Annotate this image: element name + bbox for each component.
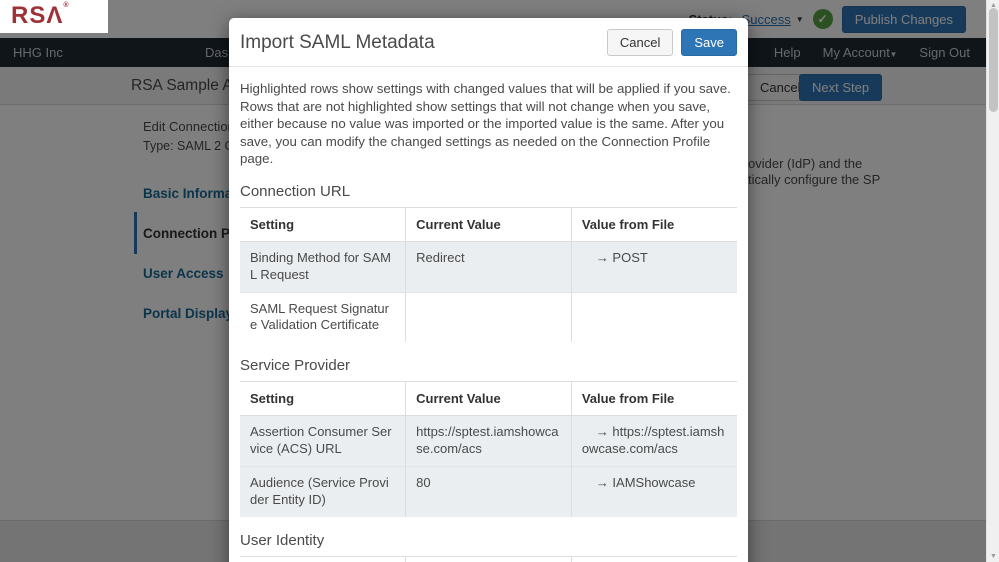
column-header: Value from File: [570, 207, 737, 242]
column-header: Setting: [240, 556, 406, 562]
setting-cell: Assertion Consumer Service (ACS) URL: [250, 424, 392, 457]
column-header: Current Value: [405, 556, 572, 562]
table-row: Binding Method for SAML Request Redirect →…: [240, 241, 737, 293]
column-header: Current Value: [405, 382, 572, 417]
scrollbar-thumb[interactable]: [989, 8, 998, 112]
modal-cancel-button[interactable]: Cancel: [606, 29, 674, 56]
column-header: Value from File: [570, 382, 737, 417]
column-header: Current Value: [405, 207, 572, 242]
browser-scrollbar[interactable]: ▲ ▼: [986, 0, 999, 562]
scroll-down-icon[interactable]: ▼: [987, 553, 999, 560]
comparison-table: SettingCurrent ValueValue from FileName …: [240, 556, 737, 562]
value-from-file-cell: → IAMShowcase: [570, 466, 737, 517]
setting-cell: Binding Method for SAML Request: [250, 249, 391, 282]
import-saml-metadata-modal: Import SAML Metadata Cancel Save Highlig…: [229, 18, 748, 562]
modal-description: Highlighted rows show settings with chan…: [240, 81, 731, 167]
value-from-file-cell: [570, 291, 737, 343]
table-row: Assertion Consumer Service (ACS) URL http…: [240, 415, 737, 467]
setting-cell: Audience (Service Provider Entity ID): [240, 466, 406, 517]
section-title: User Identity: [240, 532, 737, 557]
table-row: SAML Request Signature Validation Certif…: [240, 291, 737, 343]
modal-sections: Connection URL Setting Current Value Value …: [240, 183, 737, 562]
current-value-cell: Redirect: [405, 241, 572, 293]
value-from-file-cell: → https://sptest.iamshowcase.com/acs: [570, 415, 737, 467]
comparison-table: Setting Current Value Value from File Bindi…: [240, 207, 737, 343]
rsa-logo: RSΛ®: [0, 0, 108, 33]
column-header: Setting: [240, 207, 406, 242]
current-value-cell: 80: [405, 466, 572, 517]
modal-title: Import SAML Metadata: [240, 31, 435, 53]
setting-cell: SAML Request Signature Validation Certif…: [240, 291, 406, 343]
column-header: Setting: [240, 382, 406, 417]
section-title: Service Provider: [240, 357, 737, 383]
modal-save-button[interactable]: Save: [681, 29, 737, 56]
column-header: Value from File: [570, 556, 737, 562]
current-value-cell: [405, 291, 572, 343]
modal-body: Highlighted rows show settings with chan…: [229, 80, 748, 562]
value-from-file-cell: → POST: [570, 241, 737, 293]
comparison-table: Setting Current Value Value from File Asser…: [240, 382, 737, 517]
current-value-cell: https://sptest.iamshowcase.com/acs: [405, 415, 572, 467]
modal-header: Import SAML Metadata Cancel Save: [229, 18, 748, 67]
table-row: Audience (Service Provider Entity ID) 80 →…: [240, 466, 737, 517]
section-title: Connection URL: [240, 183, 737, 208]
